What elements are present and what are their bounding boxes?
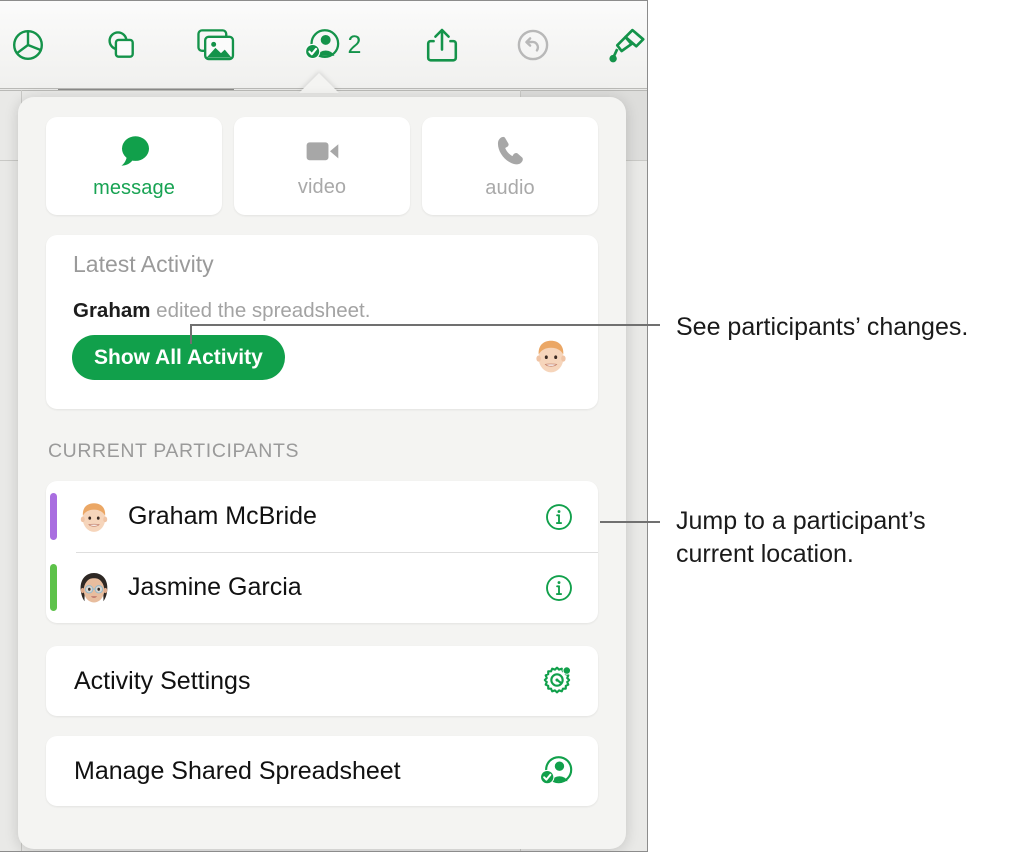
jasmine-memoji-avatar <box>75 569 113 607</box>
activity-actor-name: Graham <box>73 299 151 322</box>
callout-line-jump-horizontal <box>600 521 660 523</box>
manage-share-person-icon <box>538 755 574 787</box>
popover-arrow <box>299 73 339 93</box>
toolbar-item-shape[interactable] <box>93 17 149 73</box>
mode-label-video: video <box>297 175 347 198</box>
collaborator-count: 2 <box>347 30 362 59</box>
latest-activity-card: Latest Activity Graham edited the spread… <box>46 235 598 409</box>
info-circle-icon[interactable] <box>544 502 574 532</box>
participant-row-graham[interactable]: Graham McBride <box>46 481 598 552</box>
participant-name: Graham McBride <box>128 502 317 530</box>
format-brush-icon <box>609 26 647 64</box>
toolbar-item-media[interactable] <box>188 17 244 73</box>
callout-line-see-changes-horizontal <box>190 324 660 326</box>
undo-icon <box>515 27 551 63</box>
video-camera-icon <box>302 134 342 168</box>
mode-label-message: message <box>93 176 175 199</box>
communication-mode-row: message video audio <box>46 117 598 215</box>
graham-memoji-avatar <box>75 498 113 536</box>
toolbar-item-format[interactable] <box>600 17 647 73</box>
media-icon <box>197 28 235 62</box>
manage-shared-spreadsheet-label: Manage Shared Spreadsheet <box>74 756 401 785</box>
phone-handset-icon <box>492 133 528 169</box>
participants-card: Graham McBride Jasmine Garcia <box>46 481 598 623</box>
callout-jump-to-location: Jump to a participant’s current location… <box>676 507 926 569</box>
app-window-frame: 2 message video audio Latest Activity Gr… <box>0 0 648 852</box>
callout-line-see-changes-vertical <box>190 324 192 344</box>
participants-section-header: CURRENT PARTICIPANTS <box>48 440 300 462</box>
activity-detail-text: edited the spreadsheet. <box>150 299 371 322</box>
shape-icon <box>103 27 139 63</box>
manage-shared-spreadsheet-row[interactable]: Manage Shared Spreadsheet <box>46 736 598 806</box>
show-all-activity-button[interactable]: Show All Activity <box>72 335 285 380</box>
toolbar-item-share[interactable] <box>414 17 470 73</box>
activity-settings-row[interactable]: Activity Settings <box>46 646 598 716</box>
participant-color-bar <box>50 493 57 540</box>
share-icon <box>425 27 459 63</box>
callout-see-changes: See participants’ changes. <box>676 313 969 341</box>
mode-button-audio[interactable]: audio <box>422 117 598 215</box>
toolbar-item-collaborate[interactable]: 2 <box>284 17 380 73</box>
graham-memoji-avatar <box>530 335 572 377</box>
toolbar-item-undo <box>505 17 561 73</box>
participant-name: Jasmine Garcia <box>128 573 302 601</box>
info-circle-icon[interactable] <box>544 573 574 603</box>
mode-button-video[interactable]: video <box>234 117 410 215</box>
collaborate-icon <box>303 28 341 62</box>
message-bubble-icon <box>114 133 154 169</box>
mode-label-audio: audio <box>485 176 535 199</box>
latest-activity-entry: Graham edited the spreadsheet. <box>73 299 370 323</box>
collaboration-popover: message video audio Latest Activity Grah… <box>18 97 626 849</box>
activity-settings-label: Activity Settings <box>74 666 251 695</box>
activity-settings-gear-icon <box>540 664 574 698</box>
chart-icon <box>10 27 46 63</box>
screenshot-root: 2 message video audio Latest Activity Gr… <box>0 0 1033 852</box>
mode-button-message[interactable]: message <box>46 117 222 215</box>
participant-color-bar <box>50 564 57 611</box>
latest-activity-title: Latest Activity <box>73 251 214 277</box>
participant-row-jasmine[interactable]: Jasmine Garcia <box>46 552 598 623</box>
toolbar-item-chart[interactable] <box>0 17 56 73</box>
